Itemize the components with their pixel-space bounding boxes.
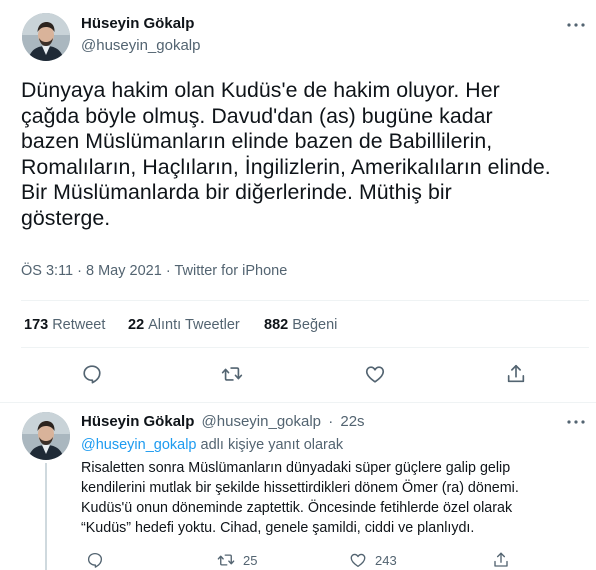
reply-retweet-button[interactable]: 25 — [217, 551, 257, 570]
reply-share-button[interactable] — [492, 551, 510, 570]
author-handle[interactable]: @huseyin_gokalp — [81, 37, 200, 54]
retweets-count: 173 — [24, 317, 49, 333]
reply-text-line: Kudüs'ü onun döneminde zaptettik. Öncesi… — [81, 500, 513, 516]
quotes-stat[interactable]: 22 Alıntı Tweetler — [128, 317, 240, 333]
reply-tweet[interactable]: Hüseyin Gökalp @huseyin_gokalp · 22s @hu… — [0, 403, 596, 570]
tweet-text: Dünyaya hakim olan Kudüs'e de hakim oluy… — [21, 78, 591, 231]
reply-icon[interactable] — [81, 363, 103, 385]
more-icon[interactable] — [566, 20, 586, 30]
reply-author-name[interactable]: Hüseyin Gökalp — [81, 413, 194, 430]
share-icon[interactable] — [505, 363, 527, 385]
tweet-text-line: bazen Müslümanların elinde bazen de Babi… — [21, 129, 493, 153]
retweet-icon[interactable] — [221, 363, 243, 385]
reply-text-line: kendilerini mutlak bir şekilde hissettir… — [81, 480, 519, 496]
replying-to-label: adlı kişiye yanıt olarak — [200, 437, 344, 453]
tweet-time[interactable]: ÖS 3:11 — [21, 263, 73, 279]
divider — [21, 347, 589, 348]
author-name[interactable]: Hüseyin Gökalp — [81, 15, 194, 32]
reply-like-count: 243 — [375, 552, 397, 568]
tweet-text-line: gösterge. — [21, 205, 111, 230]
likes-label: Beğeni — [292, 317, 338, 333]
tweet-text-line: Bir Müslümanlarda bir diğerlerinde. Müth… — [21, 180, 452, 204]
replying-to-mention[interactable]: @huseyin_gokalp — [81, 437, 197, 453]
share-icon — [494, 552, 508, 567]
retweets-stat[interactable]: 173 Retweet — [24, 317, 105, 333]
reply-author-handle[interactable]: @huseyin_gokalp — [202, 413, 321, 430]
likes-count: 882 — [264, 317, 289, 333]
like-icon[interactable] — [364, 363, 386, 385]
reply-like-button[interactable]: 243 — [349, 551, 397, 570]
tweet-text-line: Dünyaya hakim olan Kudüs'e de hakim oluy… — [21, 78, 500, 102]
reply-separator: · — [328, 413, 334, 430]
quotes-label: Alıntı Tweetler — [148, 317, 240, 333]
tweet-metadata: ÖS 3:11 · 8 May 2021 · Twitter for iPhon… — [21, 263, 287, 279]
reply-text-line: Risaletten sonra Müslümanların dünyadaki… — [81, 460, 511, 476]
reply-icon — [87, 552, 103, 568]
retweet-icon — [217, 554, 235, 566]
reply-author-avatar[interactable] — [22, 412, 70, 460]
retweets-label: Retweet — [52, 317, 106, 333]
reply-time[interactable]: 22s — [340, 413, 364, 430]
author-avatar[interactable] — [22, 13, 70, 61]
tweet-source[interactable]: Twitter for iPhone — [174, 263, 287, 279]
divider — [21, 300, 589, 301]
reply-retweet-count: 25 — [243, 552, 258, 568]
reply-reply-button[interactable] — [86, 551, 104, 570]
main-tweet: Hüseyin Gökalp @huseyin_gokalp Dünyaya h… — [0, 0, 596, 403]
replying-to: @huseyin_gokalp adlı kişiye yanıt olarak — [81, 437, 343, 453]
likes-stat[interactable]: 882 Beğeni — [264, 317, 337, 333]
tweet-text-line: çağda böyle olmuş. Davud'dan (as) bugüne… — [21, 103, 493, 128]
like-icon — [350, 553, 366, 568]
more-icon[interactable] — [566, 417, 586, 427]
meta-separator: · — [77, 263, 87, 279]
reply-text-line: “Kudüs” hedefi yoktu. Cihad, genele şami… — [81, 520, 475, 536]
tweet-text-line: Romalıların, Haçlıların, İngilizlerin, A… — [21, 154, 551, 179]
quotes-count: 22 — [128, 317, 145, 333]
reply-header: Hüseyin Gökalp @huseyin_gokalp · 22s — [81, 413, 365, 430]
thread-line — [45, 463, 47, 570]
reply-text: Risaletten sonra Müslümanların dünyadaki… — [81, 458, 586, 538]
tweet-date[interactable]: 8 May 2021 — [86, 263, 162, 279]
